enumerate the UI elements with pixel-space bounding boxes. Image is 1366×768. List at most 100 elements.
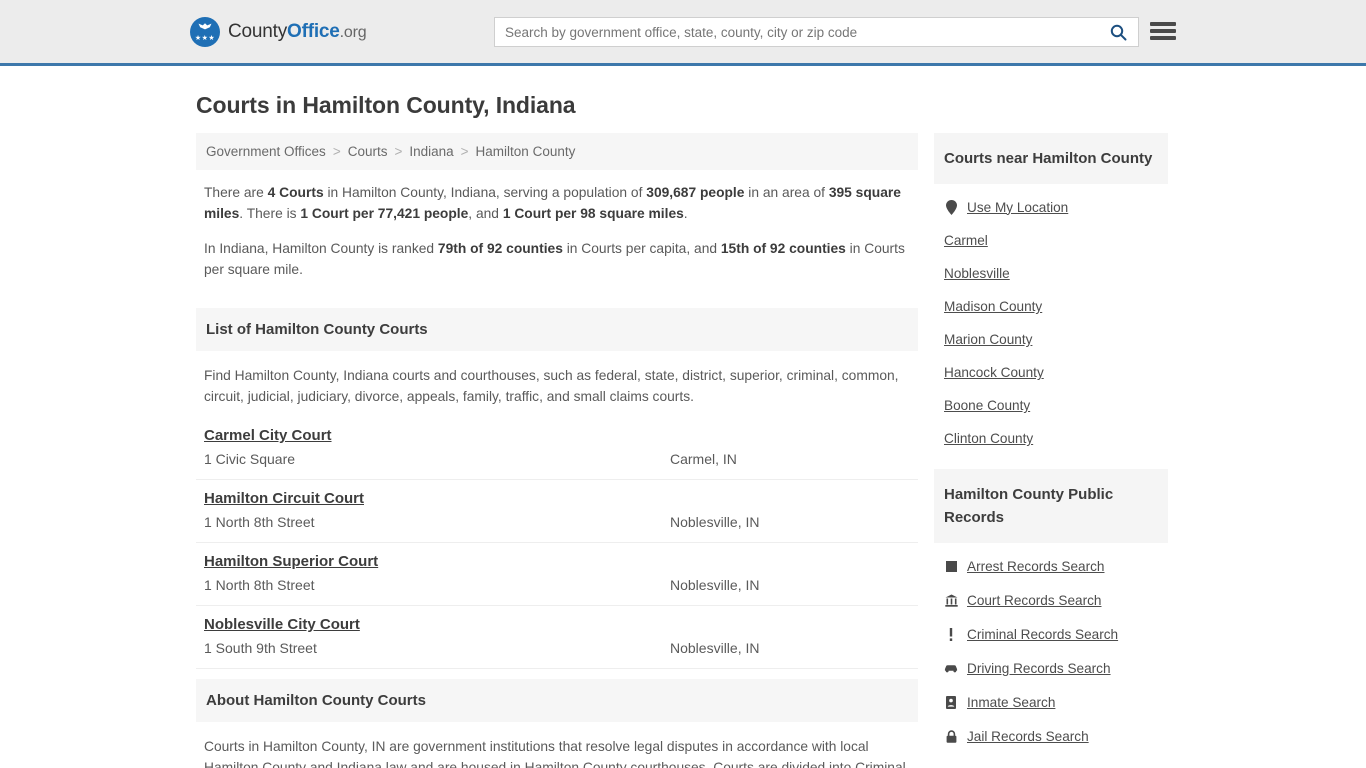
about-section-body: Courts in Hamilton County, IN are govern… <box>196 722 918 768</box>
rank-text: In Indiana, Hamilton County is ranked <box>204 241 438 256</box>
search-button[interactable] <box>1098 18 1138 46</box>
site-logo[interactable]: ★★★ CountyOffice.org <box>190 16 367 47</box>
court-city-state: Noblesville, IN <box>670 577 760 593</box>
nearby-link-label[interactable]: Carmel <box>944 233 988 248</box>
search-input[interactable] <box>495 18 1098 46</box>
sidebar-item-use-my-location[interactable]: Use My Location <box>944 190 1158 224</box>
stat-per-area: 1 Court per 98 square miles <box>502 206 684 221</box>
stats-text: in an area of <box>744 185 829 200</box>
rank-per-square-mile: 15th of 92 counties <box>720 241 846 256</box>
stat-per-capita: 1 Court per 77,421 people <box>300 206 469 221</box>
fingerprint-square-icon <box>944 558 958 574</box>
page-title: Courts in Hamilton County, Indiana <box>196 92 576 118</box>
stats-text: . <box>683 206 688 221</box>
rank-per-capita: 79th of 92 counties <box>437 241 563 256</box>
court-address: 1 Civic Square <box>204 451 296 467</box>
eagle-wings-glyph <box>198 22 212 29</box>
court-list: Carmel City Court 1 Civic Square Carmel,… <box>196 417 918 669</box>
exclamation-icon <box>944 626 958 642</box>
stat-court-count: 4 Courts <box>267 185 324 200</box>
records-link-label[interactable]: Court Records Search <box>967 593 1101 608</box>
breadcrumb-item-hamilton-county[interactable]: Hamilton County <box>474 144 578 159</box>
records-link-label[interactable]: Inmate Search <box>967 695 1055 710</box>
nearby-link-label[interactable]: Marion County <box>944 332 1032 347</box>
sidebar-item-inmate-search[interactable]: Inmate Search <box>944 685 1158 719</box>
hamburger-menu-icon[interactable] <box>1150 20 1176 42</box>
site-logo-text: CountyOffice.org <box>228 21 367 43</box>
court-city-state: Noblesville, IN <box>670 514 760 530</box>
sidebar-item-boone-county[interactable]: Boone County <box>944 389 1158 422</box>
nearby-link-label[interactable]: Noblesville <box>944 266 1010 281</box>
stats-paragraph-1: There are 4 Courts in Hamilton County, I… <box>204 182 910 224</box>
records-link-label[interactable]: Arrest Records Search <box>967 559 1105 574</box>
nearby-link-label[interactable]: Clinton County <box>944 431 1033 446</box>
court-city-state: Noblesville, IN <box>670 640 760 656</box>
table-row: Hamilton Circuit Court 1 North 8th Stree… <box>196 480 918 543</box>
map-pin-icon <box>944 199 958 215</box>
list-section-heading: List of Hamilton County Courts <box>196 308 918 351</box>
list-section-description: Find Hamilton County, Indiana courts and… <box>204 368 899 404</box>
sidebar: Courts near Hamilton County Use My Locat… <box>934 133 1168 753</box>
records-section-heading: Hamilton County Public Records <box>934 469 1168 543</box>
court-details: 1 North 8th Street Noblesville, IN <box>204 514 910 530</box>
sidebar-item-arrest-records[interactable]: Arrest Records Search <box>944 549 1158 583</box>
page-body: Courts in Hamilton County, Indiana Gover… <box>0 92 1366 768</box>
sidebar-item-carmel[interactable]: Carmel <box>944 224 1158 257</box>
car-icon <box>944 660 958 676</box>
id-badge-icon <box>944 694 958 710</box>
court-name-link[interactable]: Noblesville City Court <box>204 616 360 633</box>
about-section-text: Courts in Hamilton County, IN are govern… <box>204 739 906 768</box>
sidebar-item-marion-county[interactable]: Marion County <box>944 323 1158 356</box>
stats-text: , and <box>468 206 503 221</box>
records-link-label[interactable]: Jail Records Search <box>967 729 1089 744</box>
table-row: Carmel City Court 1 Civic Square Carmel,… <box>196 417 918 480</box>
courthouse-icon <box>944 592 958 608</box>
table-row: Noblesville City Court 1 South 9th Stree… <box>196 606 918 669</box>
court-address: 1 South 9th Street <box>204 640 317 656</box>
records-link-label[interactable]: Criminal Records Search <box>967 627 1118 642</box>
breadcrumb-separator: > <box>332 144 341 159</box>
breadcrumb-item-courts[interactable]: Courts <box>346 144 390 159</box>
site-header: ★★★ CountyOffice.org <box>0 0 1366 66</box>
sidebar-item-court-records[interactable]: Court Records Search <box>944 583 1158 617</box>
intro-statistics: There are 4 Courts in Hamilton County, I… <box>196 170 918 298</box>
public-records-block: Hamilton County Public Records Arrest Re… <box>934 469 1168 753</box>
two-column-layout: Government Offices > Courts > Indiana > … <box>196 133 1178 768</box>
sidebar-item-driving-records[interactable]: Driving Records Search <box>944 651 1158 685</box>
stat-population: 309,687 people <box>646 185 745 200</box>
sidebar-item-noblesville[interactable]: Noblesville <box>944 257 1158 290</box>
lock-icon <box>944 728 958 744</box>
sidebar-item-hancock-county[interactable]: Hancock County <box>944 356 1158 389</box>
three-stars-glyph: ★★★ <box>194 34 216 42</box>
nearby-link-label[interactable]: Hancock County <box>944 365 1044 380</box>
breadcrumb-item-indiana[interactable]: Indiana <box>407 144 455 159</box>
hamburger-bar-3 <box>1150 36 1176 40</box>
logo-text-tld: .org <box>339 23 367 41</box>
nearby-links-list: Use My Location Carmel Noblesville Madis… <box>934 184 1168 455</box>
list-section-body: Find Hamilton County, Indiana courts and… <box>196 351 918 407</box>
nearby-link-label[interactable]: Use My Location <box>967 200 1068 215</box>
records-links-list: Arrest Records Search Court Records Sear… <box>934 543 1168 753</box>
court-name-link[interactable]: Carmel City Court <box>204 427 332 444</box>
court-name-link[interactable]: Hamilton Circuit Court <box>204 490 364 507</box>
court-address: 1 North 8th Street <box>204 514 315 530</box>
records-link-label[interactable]: Driving Records Search <box>967 661 1111 676</box>
stats-paragraph-2: In Indiana, Hamilton County is ranked 79… <box>204 238 910 280</box>
search-bar <box>494 17 1139 47</box>
sidebar-item-madison-county[interactable]: Madison County <box>944 290 1158 323</box>
nearby-link-label[interactable]: Madison County <box>944 299 1042 314</box>
main-column: Government Offices > Courts > Indiana > … <box>196 133 918 768</box>
sidebar-item-clinton-county[interactable]: Clinton County <box>944 422 1158 455</box>
court-name-link[interactable]: Hamilton Superior Court <box>204 553 378 570</box>
court-details: 1 Civic Square Carmel, IN <box>204 451 910 467</box>
breadcrumb-separator: > <box>394 144 403 159</box>
breadcrumb: Government Offices > Courts > Indiana > … <box>196 133 918 170</box>
sidebar-item-jail-records[interactable]: Jail Records Search <box>944 719 1158 753</box>
content-container: Courts in Hamilton County, Indiana Gover… <box>188 92 1178 768</box>
sidebar-item-criminal-records[interactable]: Criminal Records Search <box>944 617 1158 651</box>
stats-text: in Hamilton County, Indiana, serving a p… <box>323 185 647 200</box>
breadcrumb-item-government-offices[interactable]: Government Offices <box>204 144 328 159</box>
about-section-heading: About Hamilton County Courts <box>196 679 918 722</box>
nearby-section-heading: Courts near Hamilton County <box>934 133 1168 184</box>
nearby-link-label[interactable]: Boone County <box>944 398 1030 413</box>
